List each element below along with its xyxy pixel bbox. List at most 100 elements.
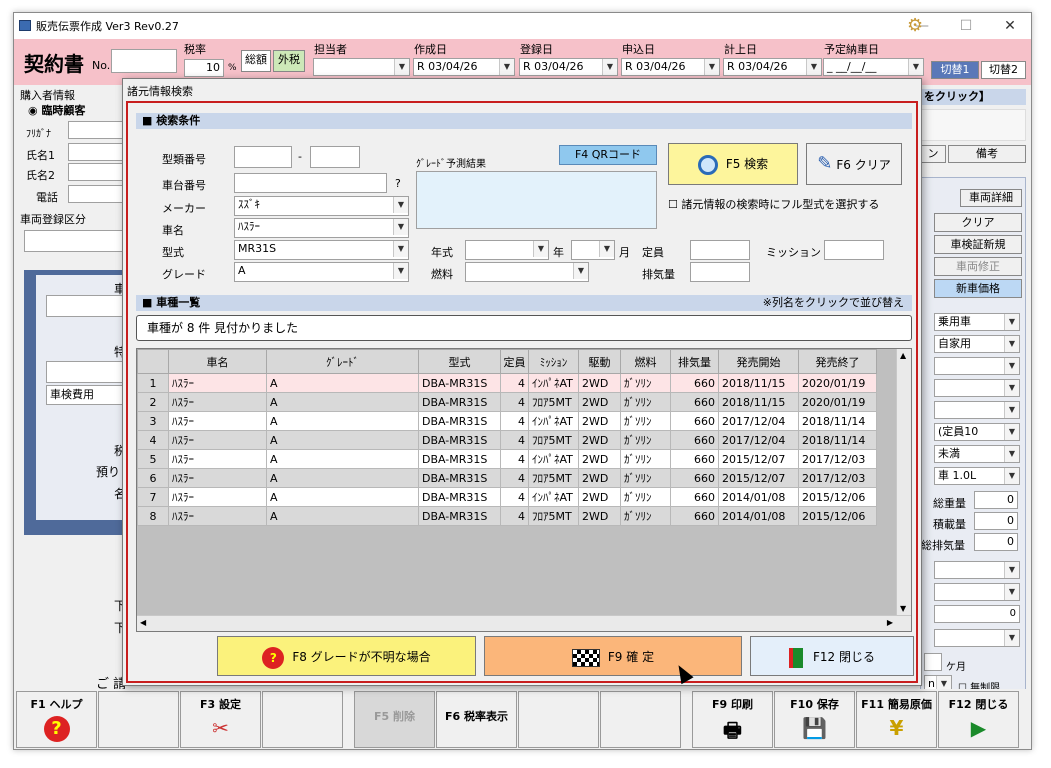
usage-select[interactable]: 自家用 ▼ xyxy=(934,335,1020,353)
vertical-scrollbar[interactable]: ▲ ▼ xyxy=(896,349,911,615)
horizontal-scrollbar[interactable]: ◀ ▶ xyxy=(137,615,911,631)
maximize-button[interactable]: ☐ xyxy=(944,13,988,39)
table-row[interactable]: 8 ﾊｽﾗｰ A DBA-MR31S 4 ﾌﾛｱ5MT 2WD ｶﾞｿﾘﾝ 660 2014/01… xyxy=(137,506,877,526)
gear-icon[interactable]: ⚙ xyxy=(907,15,923,36)
load-input[interactable]: 0 xyxy=(974,512,1018,530)
vehicle-edit-button[interactable]: 車両修正 xyxy=(934,257,1022,276)
col-header-model[interactable]: 型式 xyxy=(418,349,501,374)
zero-value-input[interactable]: 0 xyxy=(934,605,1020,623)
registered-date-select[interactable]: R 03/04/26 ▼ xyxy=(519,58,618,76)
vehicle-input[interactable] xyxy=(46,295,126,317)
clear-search-button[interactable]: ✎ F6 クリア xyxy=(806,143,902,185)
col-header-release-start[interactable]: 発売開始 xyxy=(718,349,799,374)
applied-date-select[interactable]: R 03/04/26 ▼ xyxy=(621,58,720,76)
phone-input[interactable] xyxy=(68,185,124,203)
class-select-a[interactable]: ▼ xyxy=(934,357,1020,375)
extra-select-c[interactable]: ▼ xyxy=(934,629,1020,647)
capacity-select[interactable]: (定員10 ▼ xyxy=(934,423,1020,441)
name2-input[interactable] xyxy=(68,163,124,181)
table-row[interactable]: 4 ﾊｽﾗｰ A DBA-MR31S 4 ﾌﾛｱ5MT 2WD ｶﾞｿﾘﾝ 660 2017/12… xyxy=(137,430,877,450)
inspection-cost-field[interactable]: 車検費用 xyxy=(46,385,126,405)
grade-select[interactable]: A ▼ xyxy=(234,262,409,282)
months-input[interactable] xyxy=(924,653,942,671)
table-row[interactable]: 7 ﾊｽﾗｰ A DBA-MR31S 4 ｲﾝﾊﾟﾈAT 2WD ｶﾞｿﾘﾝ 660 2014/0… xyxy=(137,487,877,507)
extra-select-a[interactable]: ▼ xyxy=(934,561,1020,579)
confirm-button[interactable]: F9 確 定 xyxy=(484,636,742,676)
inspection-new-button[interactable]: 車検証新規 xyxy=(934,235,1022,254)
scroll-left-icon[interactable]: ◀ xyxy=(140,618,146,627)
f5-delete-button[interactable]: F5 削除 xyxy=(354,691,435,748)
f1-help-button[interactable]: F1 ヘルプ? xyxy=(16,691,97,748)
contract-no-input[interactable] xyxy=(111,49,177,73)
switch1-button[interactable]: 切替1 xyxy=(931,61,979,79)
name1-input[interactable] xyxy=(68,143,124,161)
col-header-capacity[interactable]: 定員 xyxy=(500,349,529,374)
scroll-up-icon[interactable]: ▲ xyxy=(900,351,906,360)
reg-class-input[interactable] xyxy=(24,230,124,252)
delivery-date-select[interactable]: _ __/__/__ ▼ xyxy=(823,58,924,76)
dialog-close-button[interactable]: F12 閉じる xyxy=(750,636,914,676)
extra-select-b[interactable]: ▼ xyxy=(934,583,1020,601)
remarks-button[interactable]: 備考 xyxy=(948,145,1026,163)
car-type-select[interactable]: 乗用車 ▼ xyxy=(934,313,1020,331)
col-header-displacement[interactable]: 排気量 xyxy=(670,349,719,374)
col-header-mission[interactable]: ﾐｯｼｮﾝ xyxy=(528,349,579,374)
table-row[interactable]: 3 ﾊｽﾗｰ A DBA-MR31S 4 ｲﾝﾊﾟﾈAT 2WD ｶﾞｿﾘﾝ 660 2017/1… xyxy=(137,411,877,431)
close-window-button[interactable]: ✕ xyxy=(988,13,1031,39)
col-header-fuel[interactable]: 燃料 xyxy=(620,349,671,374)
table-row[interactable]: 2 ﾊｽﾗｰ A DBA-MR31S 4 ﾌﾛｱ5MT 2WD ｶﾞｿﾘﾝ 660 2018/11… xyxy=(137,392,877,412)
tax-rate-input[interactable]: 10 xyxy=(184,59,224,77)
col-header-grade[interactable]: ｸﾞﾚｰﾄﾞ xyxy=(266,349,419,374)
f10-save-button[interactable]: F10 保存 💾 xyxy=(774,691,855,748)
year-select[interactable]: ▼ xyxy=(465,240,549,260)
f2-empty-button[interactable] xyxy=(98,691,179,748)
col-header-release-end[interactable]: 発売終了 xyxy=(798,349,877,374)
car-name-select[interactable]: ﾊｽﾗｰ ▼ xyxy=(234,218,409,238)
f4-empty-button[interactable] xyxy=(262,691,343,748)
chassis-input[interactable] xyxy=(234,173,387,193)
search-button[interactable]: F5 検索 xyxy=(668,143,798,185)
scroll-down-icon[interactable]: ▼ xyxy=(900,604,906,613)
switch2-button[interactable]: 切替2 xyxy=(981,61,1026,79)
mission-input[interactable] xyxy=(824,240,884,260)
month-select[interactable]: ▼ xyxy=(571,240,615,260)
booked-date-select[interactable]: R 03/04/26 ▼ xyxy=(723,58,822,76)
f6-tax-display-button[interactable]: F6 税率表示 xyxy=(436,691,517,748)
furigana-input[interactable] xyxy=(68,121,124,139)
table-row[interactable]: 1 ﾊｽﾗｰ A DBA-MR31S 4 ｲﾝﾊﾟﾈAT 2WD ｶﾞｿﾘﾝ 660 2018/1… xyxy=(137,373,877,393)
f7-empty-button[interactable] xyxy=(518,691,599,748)
f9-print-button[interactable]: F9 印刷 🖶 xyxy=(692,691,773,748)
qr-code-button[interactable]: F4 QRコード xyxy=(559,145,657,165)
total-displacement-input[interactable]: 0 xyxy=(974,533,1018,551)
fuel-select[interactable]: ▼ xyxy=(465,262,589,282)
scroll-right-icon[interactable]: ▶ xyxy=(887,618,893,627)
total-weight-input[interactable]: 0 xyxy=(974,491,1018,509)
temp-customer-radio[interactable]: ◉ 臨時顧客 xyxy=(28,102,85,118)
class-select-c[interactable]: ▼ xyxy=(934,401,1020,419)
weight-class-select[interactable]: 未満 ▼ xyxy=(934,445,1020,463)
staff-select[interactable]: ▼ xyxy=(313,58,410,76)
created-date-select[interactable]: R 03/04/26 ▼ xyxy=(413,58,515,76)
model-select[interactable]: MR31S ▼ xyxy=(234,240,409,260)
type-no-input-b[interactable] xyxy=(310,146,360,168)
f8-empty-button[interactable] xyxy=(600,691,681,748)
hint-input[interactable] xyxy=(920,109,1026,141)
new-car-price-button[interactable]: 新車価格 xyxy=(934,279,1022,298)
remarks-partial-button[interactable]: ン xyxy=(920,145,946,163)
clear-button[interactable]: クリア xyxy=(934,213,1022,232)
f11-cost-button[interactable]: F11 簡易原価 ¥ xyxy=(856,691,937,748)
maker-select[interactable]: ｽｽﾞｷ ▼ xyxy=(234,196,409,216)
engine-class-select[interactable]: 車 1.0L ▼ xyxy=(934,467,1020,485)
table-row[interactable]: 6 ﾊｽﾗｰ A DBA-MR31S 4 ﾌﾛｱ5MT 2WD ｶﾞｿﾘﾝ 660 2015/12… xyxy=(137,468,877,488)
table-row[interactable]: 5 ﾊｽﾗｰ A DBA-MR31S 4 ｲﾝﾊﾟﾈAT 2WD ｶﾞｿﾘﾝ 660 2015/1… xyxy=(137,449,877,469)
special-input[interactable] xyxy=(46,361,126,383)
displacement-input[interactable] xyxy=(690,262,750,282)
col-header-drive[interactable]: 駆動 xyxy=(578,349,621,374)
col-header-car-name[interactable]: 車名 xyxy=(168,349,267,374)
tax-exclusive-button[interactable]: 外税 xyxy=(273,50,305,72)
class-select-b[interactable]: ▼ xyxy=(934,379,1020,397)
grade-unknown-button[interactable]: ? F8 グレードが不明な場合 xyxy=(217,636,476,676)
vehicle-detail-button[interactable]: 車両詳細 xyxy=(960,189,1022,207)
tax-total-button[interactable]: 総額 xyxy=(241,50,271,72)
fullmodel-checkbox[interactable]: ☐ 諸元情報の検索時にフル型式を選択する xyxy=(668,196,879,212)
